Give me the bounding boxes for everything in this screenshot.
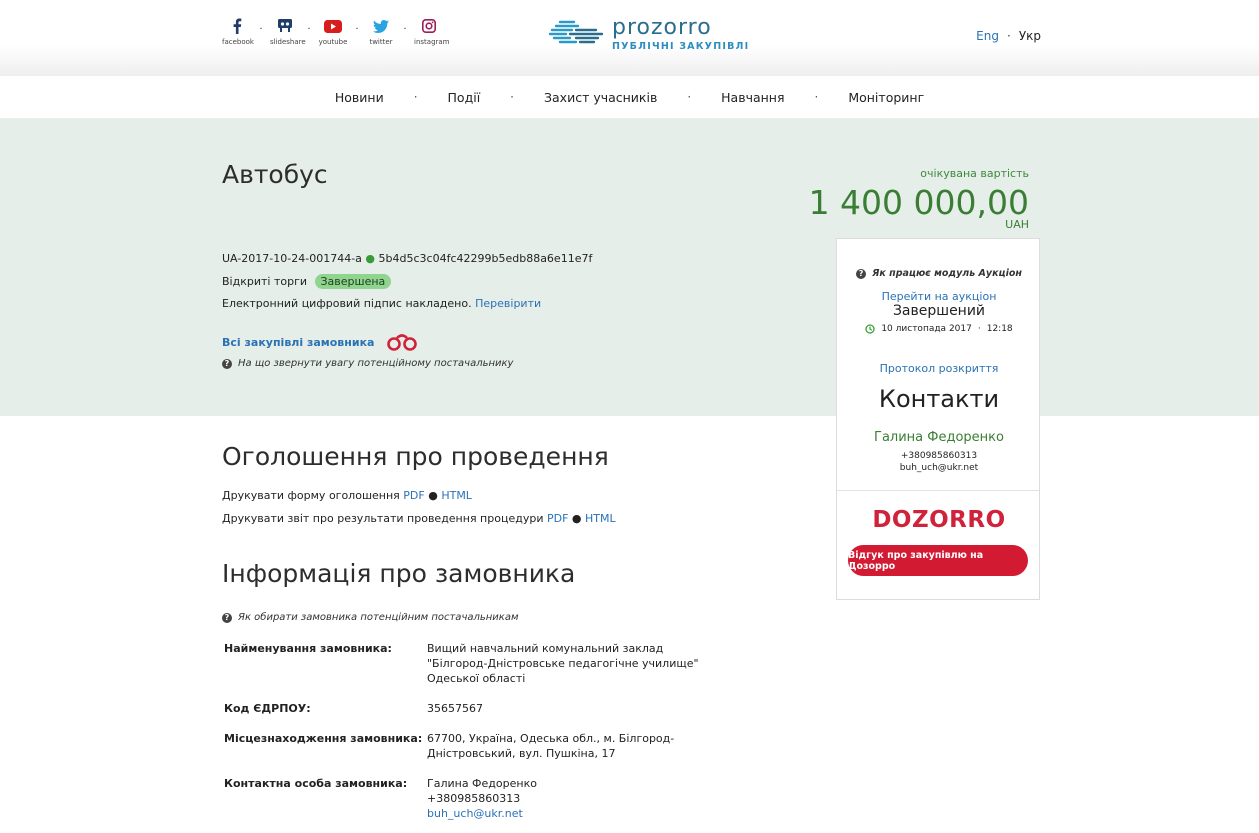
expected-value-amount: 1 400 000,00 <box>808 183 1029 222</box>
tender-hash: 5b4d5c3c04fc42299b5edb88a6e11e7f <box>378 252 593 265</box>
dozorro-review-button[interactable]: Відгук про закупівлю на Дозорро <box>848 545 1028 576</box>
main-nav: Новини · Події · Захист учасників · Навч… <box>0 76 1259 118</box>
twitter-icon <box>373 19 389 33</box>
top-bar: facebook · slideshare · youtube · twitte… <box>0 0 1259 76</box>
edrpou-label: Код ЄДРПОУ: <box>224 702 311 715</box>
youtube-icon <box>324 19 342 33</box>
customer-contact-value: Галина Федоренко +380985860313 buh_uch@u… <box>427 776 537 821</box>
contact-phone[interactable]: +380985860313 <box>837 451 1041 461</box>
social-label: twitter <box>369 38 393 46</box>
all-purchases-row: Всі закупівлі замовника <box>222 333 418 351</box>
auction-status: Завершений <box>892 303 986 319</box>
nav-item-events[interactable]: Події <box>448 90 481 105</box>
instagram-icon <box>422 19 436 33</box>
edrpou-value: 35657567 <box>427 702 483 715</box>
signature-line: Електронний цифровий підпис накладено. П… <box>222 297 541 310</box>
verify-signature-link[interactable]: Перевірити <box>475 297 541 310</box>
question-icon: ? <box>856 268 867 279</box>
social-label: facebook <box>222 38 254 46</box>
social-instagram[interactable]: instagram <box>414 16 450 46</box>
social-label: slideshare <box>270 38 306 46</box>
print-form-line: Друкувати форму оголошення PDF ● HTML <box>222 489 472 502</box>
sidebox-divider <box>837 490 1039 491</box>
go-to-auction-link[interactable]: Перейти на аукціон <box>882 290 997 303</box>
contacts-title: Контакти <box>878 385 1000 413</box>
contact-name: Галина Федоренко <box>874 430 1004 445</box>
tender-header <box>0 118 1259 416</box>
customer-name-label: Найменування замовника: <box>224 642 392 655</box>
auction-sidebox: ? Як працює модуль Аукціон Перейти на ау… <box>836 238 1040 600</box>
social-youtube[interactable]: youtube <box>318 16 348 46</box>
customer-contact-phone: +380985860313 <box>427 792 521 805</box>
lang-eng-link[interactable]: Eng <box>976 29 999 43</box>
dozorro-logo[interactable]: DOZORRO <box>872 507 1005 533</box>
slideshare-icon <box>278 19 292 32</box>
auction-date: 10 листопада 2017 <box>881 324 972 334</box>
question-icon: ? <box>222 612 232 623</box>
print-report-html-link[interactable]: HTML <box>585 512 616 525</box>
prozorro-mark-icon <box>548 20 604 44</box>
tender-id-line: UA-2017-10-24-001744-a ● 5b4d5c3c04fc422… <box>222 252 593 265</box>
expected-value-label: очікувана вартість <box>920 167 1029 180</box>
announcement-title: Оголошення про проведення <box>222 442 609 471</box>
all-purchases-link[interactable]: Всі закупівлі замовника <box>222 336 374 349</box>
social-label: instagram <box>414 38 450 46</box>
prozorro-logo[interactable]: prozorro ПУБЛІЧНІ ЗАКУПІВЛІ <box>546 16 749 52</box>
language-switcher: Eng · Укр <box>976 29 1041 43</box>
auction-time: 12:18 <box>986 324 1013 334</box>
social-twitter[interactable]: twitter <box>366 16 396 46</box>
social-label: youtube <box>318 38 348 46</box>
signature-text: Електронний цифровий підпис накладено. <box>222 297 472 310</box>
social-slideshare[interactable]: slideshare <box>270 16 306 46</box>
facebook-icon <box>233 18 242 34</box>
customer-contact-email-link[interactable]: buh_uch@ukr.net <box>427 807 523 820</box>
customer-contact-label: Контактна особа замовника: <box>224 777 408 790</box>
status-badge: Завершена <box>314 274 392 289</box>
procedure-type: Відкриті торги <box>222 275 307 288</box>
question-icon: ? <box>222 358 232 369</box>
logo-tagline: ПУБЛІЧНІ ЗАКУПІВЛІ <box>612 40 750 52</box>
auction-datetime: 10 листопада 2017 · 12:18 <box>837 324 1041 334</box>
tender-procedure-line: Відкриті торги Завершена <box>222 274 392 289</box>
clock-icon <box>865 324 875 334</box>
currency-label: UAH <box>1005 218 1029 231</box>
print-form-pdf-link[interactable]: PDF <box>403 489 424 502</box>
customer-location-value: 67700, Україна, Одеська обл., м. Білгоро… <box>427 732 675 760</box>
contact-email[interactable]: buh_uch@ukr.net <box>837 463 1041 473</box>
tender-id: UA-2017-10-24-001744-a <box>222 252 362 265</box>
nav-item-news[interactable]: Новини <box>335 90 384 105</box>
binoculars-icon[interactable] <box>386 333 418 351</box>
lang-ukr-current[interactable]: Укр <box>1019 29 1041 43</box>
nav-item-training[interactable]: Навчання <box>721 90 784 105</box>
customer-choose-note[interactable]: ? Як обирати замовника потенційним поста… <box>222 612 519 623</box>
print-form-html-link[interactable]: HTML <box>441 489 472 502</box>
customer-contact-name: Галина Федоренко <box>427 777 537 790</box>
print-report-pdf-link[interactable]: PDF <box>547 512 568 525</box>
auction-how-link[interactable]: ? Як працює модуль Аукціон <box>837 268 1041 279</box>
attention-note[interactable]: ? На що звернути увагу потенційному пост… <box>222 358 513 369</box>
logo-name: prozorro <box>612 14 712 40</box>
social-facebook[interactable]: facebook <box>222 16 254 46</box>
nav-item-monitoring[interactable]: Моніторинг <box>848 90 924 105</box>
customer-location-label: Місцезнаходження замовника: <box>224 732 423 745</box>
opening-protocol-link[interactable]: Протокол розкриття <box>880 362 999 375</box>
customer-name-value: Вищий навчальний комунальний заклад "Біл… <box>427 642 699 685</box>
social-links: facebook · slideshare · youtube · twitte… <box>222 16 450 46</box>
print-report-line: Друкувати звіт про результати проведення… <box>222 512 616 525</box>
tender-title: Автобус <box>222 160 328 189</box>
customer-info-title: Інформація про замовника <box>222 559 576 588</box>
nav-item-protection[interactable]: Захист учасників <box>544 90 657 105</box>
